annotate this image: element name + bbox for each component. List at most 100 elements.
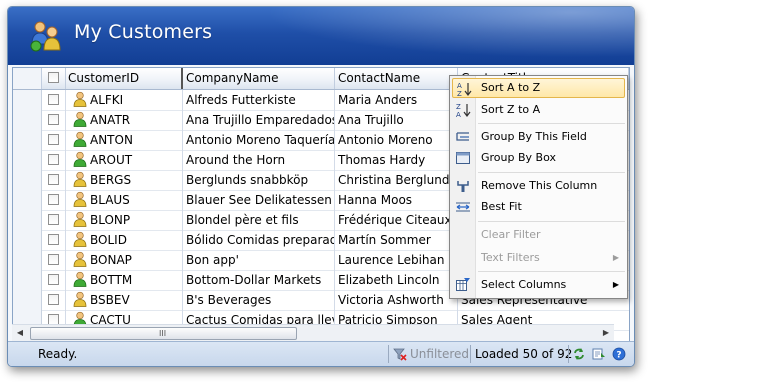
companyname-text: Bólido Comidas preparadas (186, 233, 335, 247)
contactname-cell[interactable]: Martín Sommer (335, 230, 458, 250)
customerid-cell[interactable]: BERGS (66, 170, 183, 190)
sort-ascending-icon: A Z (457, 82, 472, 97)
companyname-cell[interactable]: Ana Trujillo Emparedados... (183, 110, 335, 130)
select-all-checkbox[interactable] (48, 72, 59, 83)
contactname-cell[interactable]: Victoria Ashworth (335, 290, 458, 310)
contactname-cell[interactable]: Thomas Hardy (335, 150, 458, 170)
row-check-cell[interactable] (42, 190, 66, 210)
companyname-cell[interactable]: Bon app' (183, 250, 335, 270)
menu-item-sort-z-to-a[interactable]: Z A Sort Z to A (452, 100, 625, 120)
contactname-cell[interactable]: Hanna Moos (335, 190, 458, 210)
row-checkbox[interactable] (48, 174, 59, 185)
female-contact-icon (73, 251, 87, 267)
menu-item-select-columns[interactable]: Select Columns ▶ (452, 275, 625, 295)
menu-item-sort-a-to-z[interactable]: A Z Sort A to Z (452, 78, 625, 98)
row-indicator[interactable] (13, 170, 42, 190)
customerid-cell[interactable]: BOTTM (66, 270, 183, 290)
row-indicator[interactable] (13, 110, 42, 130)
header-select-all[interactable] (42, 68, 66, 89)
companyname-cell[interactable]: Bólido Comidas preparadas (183, 230, 335, 250)
row-check-cell[interactable] (42, 170, 66, 190)
row-indicator[interactable] (13, 210, 42, 230)
female-contact-icon (73, 231, 87, 247)
row-indicator[interactable] (13, 250, 42, 270)
companyname-cell[interactable]: Blondel père et fils (183, 210, 335, 230)
customerid-cell[interactable]: BLAUS (66, 190, 183, 210)
column-header-contactname[interactable]: ContactName (335, 68, 458, 89)
customerid-text: ANTON (90, 133, 133, 147)
menu-item-group-by-field[interactable]: Group By This Field (452, 127, 625, 147)
contactname-cell[interactable]: Ana Trujillo (335, 110, 458, 130)
row-check-cell[interactable] (42, 150, 66, 170)
companyname-cell[interactable]: Blauer See Delikatessen (183, 190, 335, 210)
menu-item-best-fit[interactable]: Best Fit (452, 197, 625, 217)
customerid-cell[interactable]: BLONP (66, 210, 183, 230)
menu-item-label: Remove This Column (481, 179, 598, 192)
contactname-cell[interactable]: Laurence Lebihan (335, 250, 458, 270)
row-check-cell[interactable] (42, 90, 66, 110)
row-check-cell[interactable] (42, 270, 66, 290)
female-contact-icon (73, 211, 87, 227)
row-checkbox[interactable] (48, 134, 59, 145)
customers-app-icon (30, 21, 61, 52)
column-header-customerid[interactable]: CustomerID (66, 68, 183, 89)
row-checkbox[interactable] (48, 94, 59, 105)
row-checkbox[interactable] (48, 294, 59, 305)
row-check-cell[interactable] (42, 290, 66, 310)
loaded-count: Loaded 50 of 92 (475, 347, 573, 361)
customerid-cell[interactable]: BONAP (66, 250, 183, 270)
scroll-thumb[interactable]: III (30, 327, 297, 340)
row-checkbox[interactable] (48, 154, 59, 165)
contactname-cell[interactable]: Frédérique Citeaux (335, 210, 458, 230)
scroll-left-arrow-icon[interactable]: ◀ (12, 325, 28, 341)
row-check-cell[interactable] (42, 230, 66, 250)
companyname-cell[interactable]: Around the Horn (183, 150, 335, 170)
contactname-cell[interactable]: Elizabeth Lincoln (335, 270, 458, 290)
row-check-cell[interactable] (42, 110, 66, 130)
female-contact-icon (73, 91, 87, 107)
menu-item-remove-column[interactable]: Remove This Column (452, 176, 625, 196)
customerid-cell[interactable]: BSBEV (66, 290, 183, 310)
companyname-cell[interactable]: Bottom-Dollar Markets (183, 270, 335, 290)
row-checkbox[interactable] (48, 114, 59, 125)
horizontal-scrollbar[interactable]: ◀ III ▶ (12, 324, 614, 341)
help-icon[interactable]: ? (612, 347, 626, 361)
row-indicator[interactable] (13, 130, 42, 150)
customerid-cell[interactable]: ANATR (66, 110, 183, 130)
row-indicator[interactable] (13, 290, 42, 310)
row-check-cell[interactable] (42, 210, 66, 230)
companyname-cell[interactable]: B's Beverages (183, 290, 335, 310)
contactname-cell[interactable]: Maria Anders (335, 90, 458, 110)
refresh-icon[interactable] (572, 347, 586, 361)
row-indicator[interactable] (13, 270, 42, 290)
customerid-cell[interactable]: ANTON (66, 130, 183, 150)
contactname-cell[interactable]: Christina Berglund (335, 170, 458, 190)
row-checkbox[interactable] (48, 214, 59, 225)
row-indicator[interactable] (13, 150, 42, 170)
scroll-right-arrow-icon[interactable]: ▶ (598, 325, 614, 341)
companyname-cell[interactable]: Alfreds Futterkiste (183, 90, 335, 110)
row-checkbox[interactable] (48, 194, 59, 205)
row-indicator[interactable] (13, 230, 42, 250)
row-checkbox[interactable] (48, 254, 59, 265)
row-checkbox[interactable] (48, 234, 59, 245)
load-more-icon[interactable] (592, 347, 606, 361)
row-indicator[interactable] (13, 190, 42, 210)
row-check-cell[interactable] (42, 250, 66, 270)
customerid-cell[interactable]: BOLID (66, 230, 183, 250)
select-columns-icon (456, 278, 470, 291)
companyname-cell[interactable]: Berglunds snabbköp (183, 170, 335, 190)
contactname-cell[interactable]: Antonio Moreno (335, 130, 458, 150)
status-separator (388, 345, 389, 363)
row-check-cell[interactable] (42, 130, 66, 150)
column-header-companyname[interactable]: CompanyName (183, 68, 335, 89)
filter-status[interactable]: Unfiltered (393, 345, 469, 363)
companyname-cell[interactable]: Antonio Moreno Taquería (183, 130, 335, 150)
row-checkbox[interactable] (48, 274, 59, 285)
customerid-cell[interactable]: ALFKI (66, 90, 183, 110)
male-contact-icon (73, 271, 87, 287)
scroll-grip: III (159, 329, 167, 338)
customerid-cell[interactable]: AROUT (66, 150, 183, 170)
menu-item-group-by-box[interactable]: Group By Box (452, 148, 625, 168)
row-indicator[interactable] (13, 90, 42, 110)
